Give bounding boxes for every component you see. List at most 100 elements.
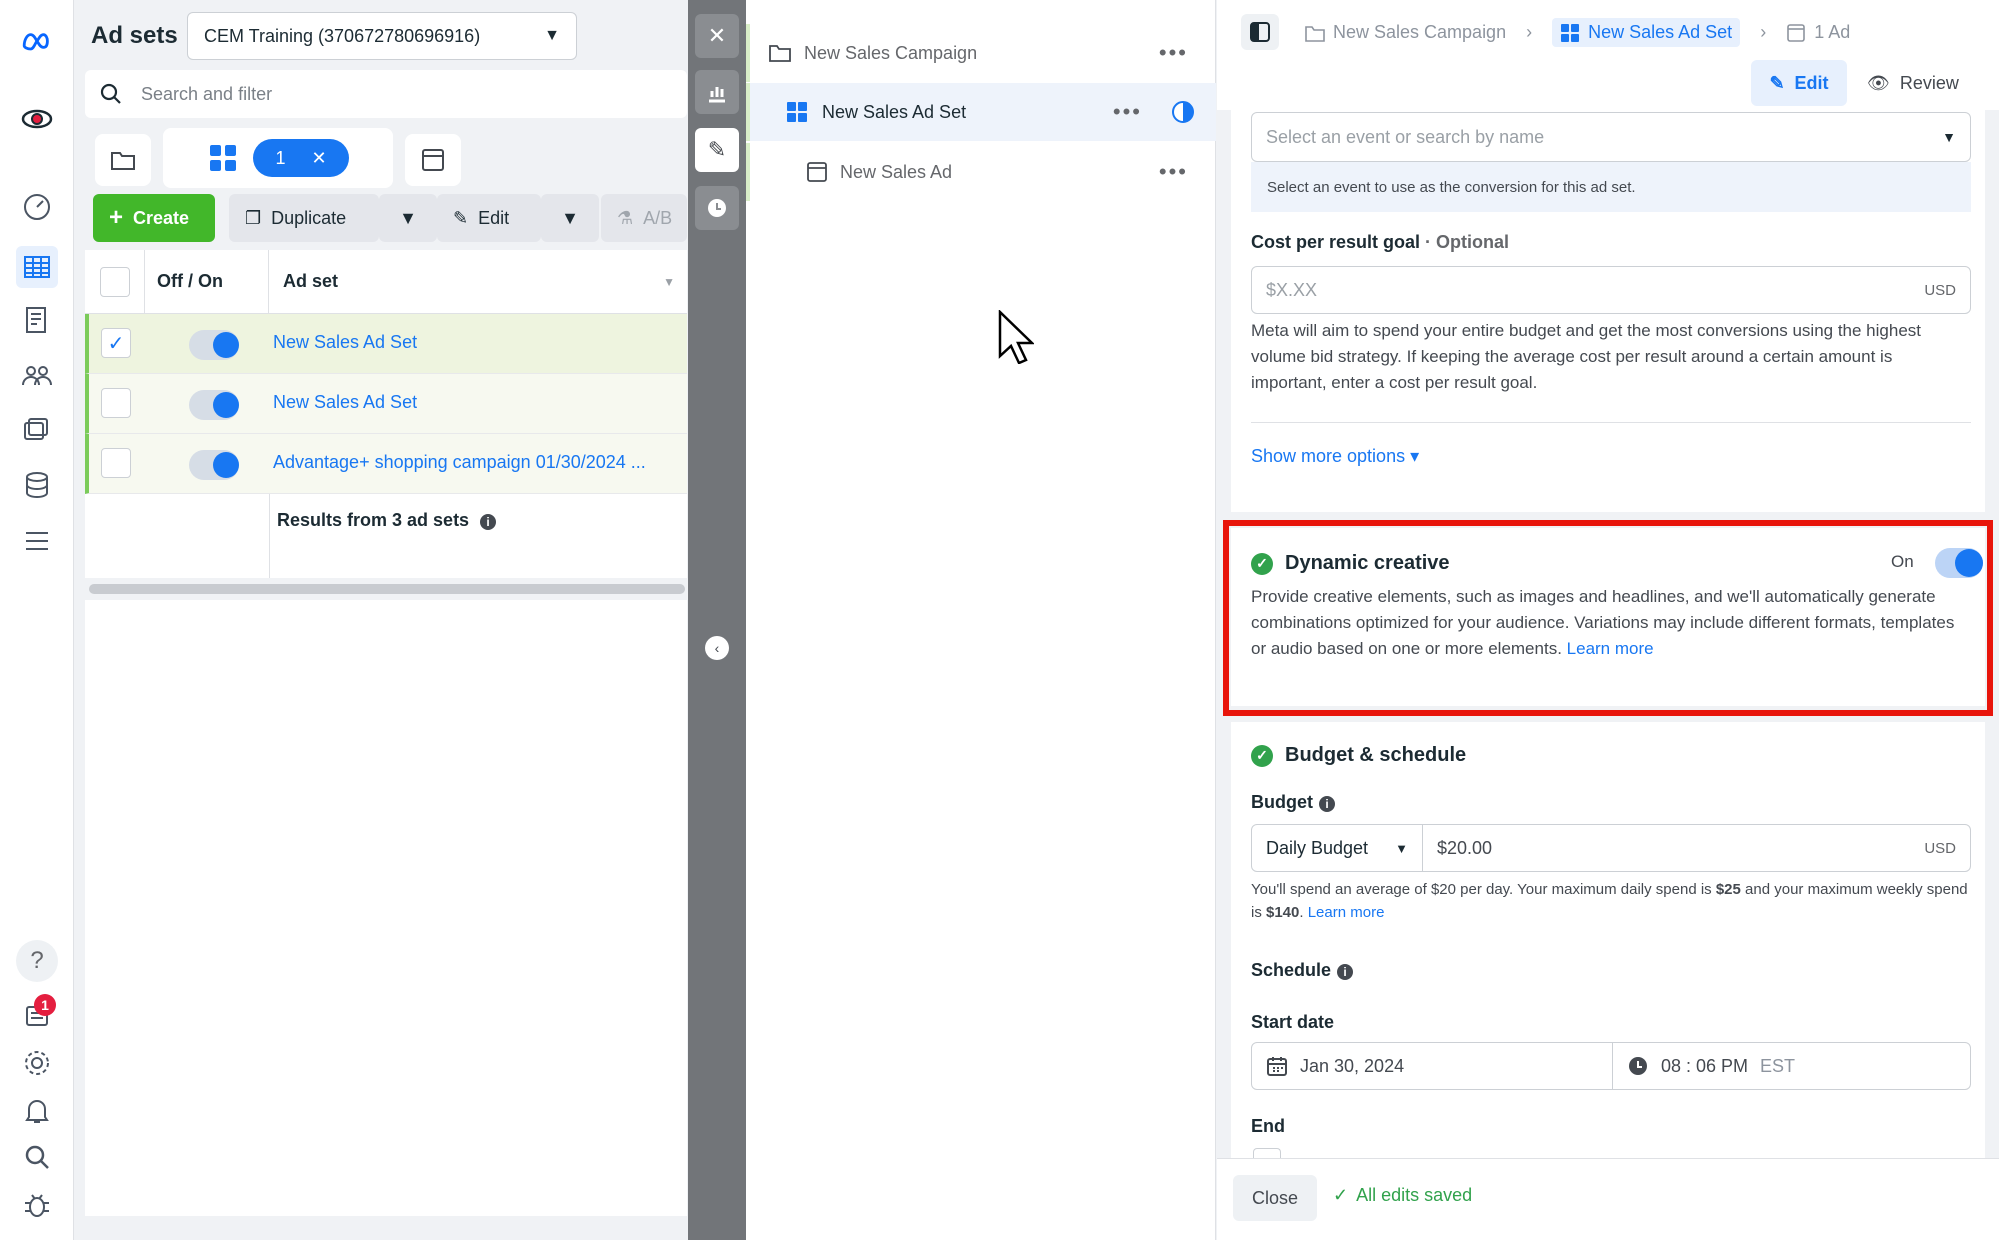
meta-logo-icon[interactable] — [16, 20, 58, 62]
caret-down-icon: ▼ — [399, 207, 417, 228]
breadcrumb-ad[interactable]: 1 Ad — [1786, 22, 1850, 43]
review-mode-button[interactable]: 👁 Review — [1867, 60, 1977, 106]
more-options-icon[interactable]: ••• — [1113, 99, 1142, 125]
bell-icon[interactable] — [16, 1090, 58, 1132]
table-row[interactable]: New Sales Ad Set — [85, 374, 687, 434]
close-button[interactable]: Close — [1233, 1175, 1317, 1221]
catalog-icon[interactable] — [16, 410, 58, 452]
folder-icon — [769, 45, 791, 62]
dashboard-gauge-icon[interactable] — [16, 186, 58, 228]
edit-button[interactable]: ✎ Edit — [437, 194, 541, 242]
info-icon[interactable]: i — [480, 514, 497, 530]
half-circle-status-icon[interactable] — [1172, 101, 1194, 123]
chevron-right-icon: › — [1760, 22, 1767, 42]
end-date-checkbox[interactable] — [1253, 1148, 1281, 1158]
charts-button[interactable] — [695, 70, 739, 114]
duplicate-dropdown-button[interactable]: ▼ — [379, 194, 437, 242]
budget-schedule-card: ✓ Budget & schedule Budget i Daily Budget… — [1231, 722, 1985, 1158]
audiences-icon[interactable] — [16, 354, 58, 396]
pencil-icon: ✎ — [707, 137, 727, 162]
budget-type-value: Daily Budget — [1266, 837, 1369, 858]
panel-divider-toolbar: ✕ ✎ ‹ — [688, 0, 746, 1240]
breadcrumb-adset[interactable]: New Sales Ad Set — [1552, 18, 1741, 47]
table-row[interactable]: Advantage+ shopping campaign 01/30/2024 … — [85, 434, 687, 494]
search-icon[interactable] — [16, 1136, 58, 1178]
account-selector[interactable]: CEM Training (370672780696916) ▼ — [187, 12, 577, 60]
eye-icon[interactable] — [16, 98, 58, 140]
budget-help-text: You'll spend an average of $20 per day. … — [1251, 881, 1716, 898]
ads-manager-table-icon[interactable] — [16, 246, 58, 288]
all-tools-menu-icon[interactable] — [16, 520, 58, 562]
editor-footer: Close ✓ All edits saved — [1217, 1158, 1999, 1240]
close-icon: ✕ — [707, 23, 727, 48]
clock-icon — [1629, 1057, 1647, 1075]
budget-amount-input[interactable]: $20.00 USD — [1422, 824, 1971, 872]
bug-report-icon[interactable] — [16, 1184, 58, 1226]
more-options-icon[interactable]: ••• — [1159, 40, 1188, 66]
budget-help: You'll spend an average of $20 per day. … — [1251, 878, 1971, 924]
edit-dropdown-button[interactable]: ▼ — [541, 194, 599, 242]
ab-test-button[interactable]: ⚗ A/B — [601, 194, 687, 242]
row-toggle[interactable] — [189, 390, 239, 420]
tree-item-campaign[interactable]: New Sales Campaign ••• — [746, 24, 1216, 82]
row-checkbox[interactable] — [101, 448, 131, 478]
tree-item-adset[interactable]: New Sales Ad Set ••• — [746, 83, 1216, 141]
sort-caret-icon[interactable]: ▼ — [663, 275, 675, 289]
column-divider — [269, 494, 270, 578]
learn-more-link[interactable]: Learn more — [1308, 904, 1385, 921]
currency-label: USD — [1924, 281, 1956, 299]
row-checkbox[interactable]: ✓ — [101, 328, 131, 358]
start-date-input[interactable]: Jan 30, 2024 — [1251, 1042, 1613, 1090]
collapse-chevron-left-icon[interactable]: ‹ — [705, 636, 729, 660]
clear-selection-x-icon[interactable]: ✕ — [311, 148, 326, 169]
duplicate-icon: ❐ — [245, 207, 262, 228]
start-date-label: Start date — [1251, 1012, 1335, 1032]
help-icon[interactable]: ? — [16, 940, 58, 982]
toggle-sidebar-button[interactable] — [1241, 14, 1279, 50]
budget-type-select[interactable]: Daily Budget ▼ — [1251, 824, 1423, 872]
row-toggle[interactable] — [189, 330, 239, 360]
select-all-checkbox[interactable] — [99, 266, 130, 297]
row-toggle[interactable] — [189, 450, 239, 480]
show-more-options-link[interactable]: Show more options ▾ — [1251, 446, 1419, 467]
info-icon[interactable]: i — [1319, 796, 1335, 812]
breadcrumb-campaign[interactable]: New Sales Campaign — [1305, 22, 1506, 43]
column-header-off-on[interactable]: Off / On — [145, 250, 269, 314]
tree-item-ad[interactable]: New Sales Ad ••• — [746, 143, 1216, 201]
edit-mode-button[interactable]: ✎ Edit — [1751, 60, 1847, 106]
adsets-grid-icon — [787, 102, 807, 122]
pages-icon[interactable] — [16, 299, 58, 341]
info-icon[interactable]: i — [1337, 964, 1354, 980]
billing-stack-icon[interactable] — [16, 464, 58, 506]
selected-count-chip[interactable]: 1 ✕ — [253, 139, 349, 177]
horizontal-scrollbar[interactable] — [89, 584, 685, 594]
ads-tab[interactable] — [405, 134, 461, 186]
campaigns-folder-tab[interactable] — [95, 134, 151, 186]
tree-adset-label: New Sales Ad Set — [822, 101, 967, 122]
create-button[interactable]: + Create — [93, 194, 215, 242]
history-button[interactable] — [695, 186, 739, 230]
edit-panel-button[interactable]: ✎ — [695, 128, 739, 172]
adset-name-link[interactable]: Advantage+ shopping campaign 01/30/2024 … — [273, 452, 646, 473]
table-row[interactable]: ✓ New Sales Ad Set — [85, 314, 687, 374]
flask-icon: ⚗ — [617, 207, 634, 228]
schedule-label: Schedule i — [1251, 960, 1354, 981]
adset-name-link[interactable]: New Sales Ad Set — [273, 332, 417, 353]
close-panel-button[interactable]: ✕ — [695, 14, 739, 58]
cost-goal-optional: · Optional — [1425, 232, 1510, 252]
column-header-ad-set[interactable]: Ad set ▼ — [269, 250, 687, 314]
start-time-input[interactable]: 08 : 06 PM EST — [1612, 1042, 1971, 1090]
notifications-list-icon[interactable]: 1 — [16, 994, 58, 1036]
cost-goal-input[interactable]: $X.XX USD — [1251, 266, 1971, 314]
plus-icon: + — [109, 204, 124, 231]
adsets-tab[interactable]: 1 ✕ — [163, 128, 393, 188]
search-input[interactable]: Search and filter — [85, 70, 687, 118]
row-checkbox[interactable] — [101, 388, 131, 418]
conversion-event-select[interactable]: Select an event or search by name ▼ — [1251, 112, 1971, 162]
adset-editor-panel: New Sales Campaign › New Sales Ad Set › … — [1217, 0, 1999, 1240]
duplicate-button[interactable]: ❐ Duplicate — [229, 194, 379, 242]
more-options-icon[interactable]: ••• — [1159, 159, 1188, 185]
settings-gear-icon[interactable] — [16, 1042, 58, 1084]
adset-name-link[interactable]: New Sales Ad Set — [273, 392, 417, 413]
notification-badge: 1 — [34, 994, 56, 1016]
